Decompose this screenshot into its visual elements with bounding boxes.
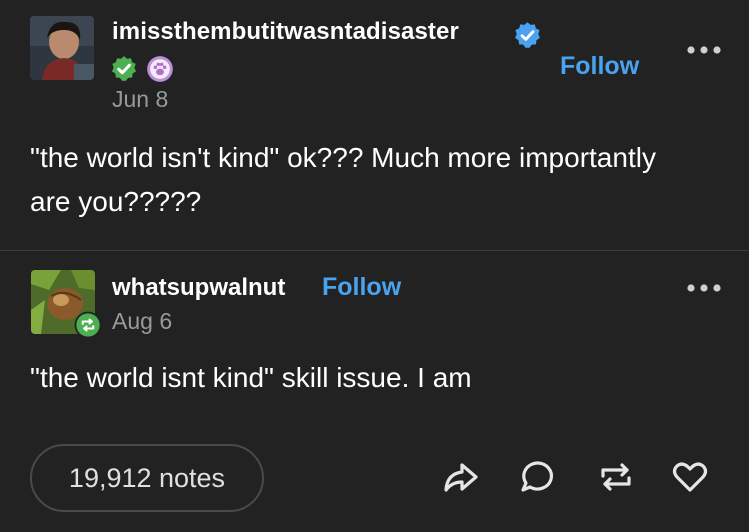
follow-button[interactable]: Follow (560, 52, 639, 81)
reblog-date[interactable]: Aug 6 (112, 308, 172, 335)
reblog-badge-icon (74, 311, 102, 339)
divider (0, 250, 749, 251)
reblog-body-text: "the world isnt kind" skill issue. I am (30, 362, 472, 393)
avatar[interactable] (30, 16, 94, 80)
share-icon[interactable] (441, 457, 481, 497)
reblog-icon[interactable] (596, 457, 636, 497)
verified-badge-icon (515, 22, 540, 48)
reblog-more-options-icon[interactable] (684, 278, 724, 298)
tumblr-post: imissthembutitwasntadisaster Jun 8 Follo… (0, 0, 749, 532)
paw-badge-icon[interactable] (146, 55, 174, 83)
notes-count-label: 19,912 notes (68, 462, 226, 493)
heart-icon[interactable] (670, 457, 710, 497)
check-badge-icon[interactable] (110, 55, 138, 83)
reblog-follow-button[interactable]: Follow (322, 273, 401, 302)
notes-count-button[interactable]: 19,912 notes (30, 444, 264, 512)
post-date[interactable]: Jun 8 (112, 86, 168, 113)
reply-icon[interactable] (518, 457, 558, 497)
post-author-name[interactable]: imissthembutitwasntadisaster (112, 18, 459, 46)
post-body-text: "the world isn't kind" ok??? Much more i… (30, 142, 656, 217)
reblog-author-name[interactable]: whatsupwalnut (112, 274, 285, 302)
more-options-icon[interactable] (684, 40, 724, 60)
